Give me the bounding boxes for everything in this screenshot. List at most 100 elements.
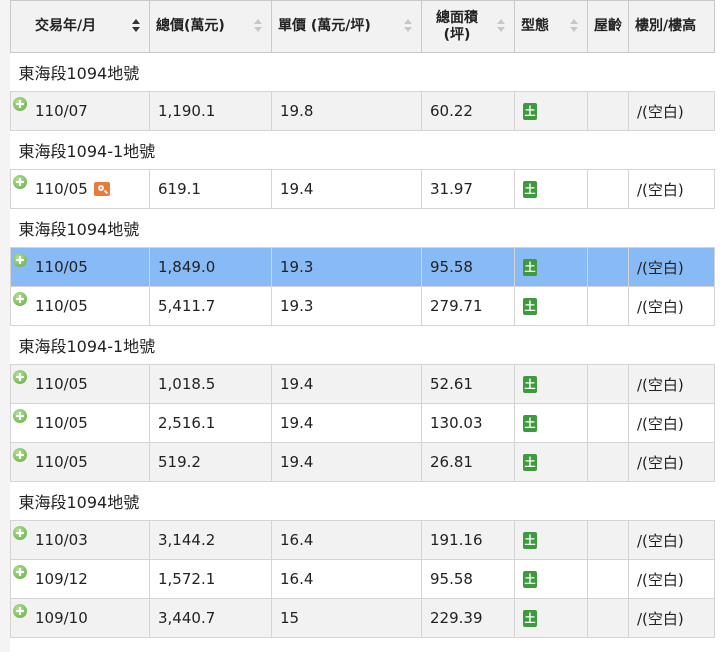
- cell-date: 109/10: [10, 598, 150, 638]
- cell-area: 95.58: [421, 247, 515, 287]
- land-type-icon: 土: [523, 181, 537, 198]
- column-header-date[interactable]: 交易年/月: [10, 0, 150, 53]
- cell-unit-price: 19.4: [271, 442, 422, 482]
- cell-total-price: 5,411.7: [149, 286, 272, 326]
- transactions-table: 交易年/月 總價(萬元) 單價 (萬元/坪) 總面積 (坪) 型態 屋齡 樓別/…: [10, 0, 715, 638]
- cell-area: 95.58: [421, 559, 515, 599]
- cell-unit-price: 19.4: [271, 403, 422, 443]
- land-type-icon: 土: [523, 298, 537, 315]
- cell-floor: /(空白): [628, 598, 715, 638]
- cell-floor: /(空白): [628, 364, 715, 404]
- cell-total-price: 3,440.7: [149, 598, 272, 638]
- expand-plus-icon[interactable]: [13, 97, 27, 111]
- cell-type: 土: [514, 559, 588, 599]
- cell-floor: /(空白): [628, 442, 715, 482]
- sort-icon[interactable]: [254, 19, 262, 33]
- group-row: 東海段1094地號: [10, 481, 715, 521]
- cell-total-price: 1,018.5: [149, 364, 272, 404]
- cell-type: 土: [514, 286, 588, 326]
- table-row[interactable]: 110/05 619.1 19.4 31.97 土 /(空白): [10, 169, 715, 209]
- cell-area: 229.39: [421, 598, 515, 638]
- group-title: 東海段1094地號: [10, 481, 715, 521]
- cell-age: [587, 520, 629, 560]
- cell-total-price: 1,190.1: [149, 91, 272, 131]
- cell-total-price: 2,516.1: [149, 403, 272, 443]
- cell-age: [587, 559, 629, 599]
- land-type-icon: 土: [523, 571, 537, 588]
- cell-total-price: 3,144.2: [149, 520, 272, 560]
- table-row[interactable]: 110/05 2,516.1 19.4 130.03 土 /(空白): [10, 403, 715, 443]
- cell-area: 279.71: [421, 286, 515, 326]
- column-header-age[interactable]: 屋齡: [587, 0, 629, 53]
- table-row[interactable]: 110/05 5,411.7 19.3 279.71 土 /(空白): [10, 286, 715, 326]
- column-header-area[interactable]: 總面積 (坪): [421, 0, 515, 53]
- expand-plus-icon[interactable]: [13, 370, 27, 384]
- cell-unit-price: 19.8: [271, 91, 422, 131]
- cell-date: 110/07: [10, 91, 150, 131]
- table-row[interactable]: 110/05 1,849.0 19.3 95.58 土 /(空白): [10, 247, 715, 287]
- expand-plus-icon[interactable]: [13, 448, 27, 462]
- table-row[interactable]: 109/12 1,572.1 16.4 95.58 土 /(空白): [10, 559, 715, 599]
- cell-age: [587, 364, 629, 404]
- group-row: 東海段1094地號: [10, 52, 715, 92]
- house-search-icon[interactable]: [93, 182, 110, 196]
- date-value: 109/12: [35, 570, 88, 588]
- sort-icon[interactable]: [570, 19, 578, 33]
- cell-age: [587, 169, 629, 209]
- group-row: 東海段1094-1地號: [10, 325, 715, 365]
- sort-icon[interactable]: [404, 19, 412, 33]
- expand-plus-icon[interactable]: [13, 253, 27, 267]
- transactions-panel: 交易年/月 總價(萬元) 單價 (萬元/坪) 總面積 (坪) 型態 屋齡 樓別/…: [10, 0, 718, 652]
- cell-type: 土: [514, 442, 588, 482]
- table-row[interactable]: 110/05 1,018.5 19.4 52.61 土 /(空白): [10, 364, 715, 404]
- date-value: 110/07: [35, 102, 88, 120]
- date-value: 110/05: [35, 180, 88, 198]
- cell-type: 土: [514, 169, 588, 209]
- column-header-unit-price[interactable]: 單價 (萬元/坪): [271, 0, 422, 53]
- expand-plus-icon[interactable]: [13, 604, 27, 618]
- cell-unit-price: 19.3: [271, 286, 422, 326]
- group-row: 東海段1094地號: [10, 208, 715, 248]
- expand-plus-icon[interactable]: [13, 409, 27, 423]
- cell-floor: /(空白): [628, 169, 715, 209]
- cell-total-price: 1,572.1: [149, 559, 272, 599]
- cell-unit-price: 19.4: [271, 169, 422, 209]
- cell-area: 60.22: [421, 91, 515, 131]
- date-value: 109/10: [35, 609, 88, 627]
- column-header-floor[interactable]: 樓別/樓高: [628, 0, 715, 53]
- land-type-icon: 土: [523, 259, 537, 276]
- cell-type: 土: [514, 520, 588, 560]
- date-value: 110/03: [35, 531, 88, 549]
- table-row[interactable]: 109/10 3,440.7 15 229.39 土 /(空白): [10, 598, 715, 638]
- cell-date: 110/05: [10, 286, 150, 326]
- cell-floor: /(空白): [628, 520, 715, 560]
- table-row[interactable]: 110/07 1,190.1 19.8 60.22 土 /(空白): [10, 91, 715, 131]
- expand-plus-icon[interactable]: [13, 292, 27, 306]
- sort-icon[interactable]: [497, 19, 505, 33]
- cell-type: 土: [514, 598, 588, 638]
- land-type-icon: 土: [523, 376, 537, 393]
- expand-plus-icon[interactable]: [13, 175, 27, 189]
- sort-icon[interactable]: [132, 19, 140, 33]
- table-header-row: 交易年/月 總價(萬元) 單價 (萬元/坪) 總面積 (坪) 型態 屋齡 樓別/…: [10, 0, 715, 53]
- column-header-total-price[interactable]: 總價(萬元): [149, 0, 272, 53]
- cell-date: 110/03: [10, 520, 150, 560]
- cell-total-price: 1,849.0: [149, 247, 272, 287]
- table-row[interactable]: 110/03 3,144.2 16.4 191.16 土 /(空白): [10, 520, 715, 560]
- cell-area: 191.16: [421, 520, 515, 560]
- cell-age: [587, 442, 629, 482]
- cell-date: 110/05: [10, 442, 150, 482]
- expand-plus-icon[interactable]: [13, 565, 27, 579]
- land-type-icon: 土: [523, 610, 537, 627]
- cell-age: [587, 286, 629, 326]
- column-header-type[interactable]: 型態: [514, 0, 588, 53]
- cell-date: 110/05: [10, 169, 150, 209]
- cell-area: 31.97: [421, 169, 515, 209]
- cell-date: 110/05: [10, 403, 150, 443]
- table-body: 東海段1094地號 110/07 1,190.1 19.8 60.22 土/(空白) 東海段…: [10, 52, 715, 638]
- table-row[interactable]: 110/05 519.2 19.4 26.81 土 /(空白): [10, 442, 715, 482]
- cell-unit-price: 19.3: [271, 247, 422, 287]
- date-value: 110/05: [35, 375, 88, 393]
- expand-plus-icon[interactable]: [13, 526, 27, 540]
- cell-age: [587, 403, 629, 443]
